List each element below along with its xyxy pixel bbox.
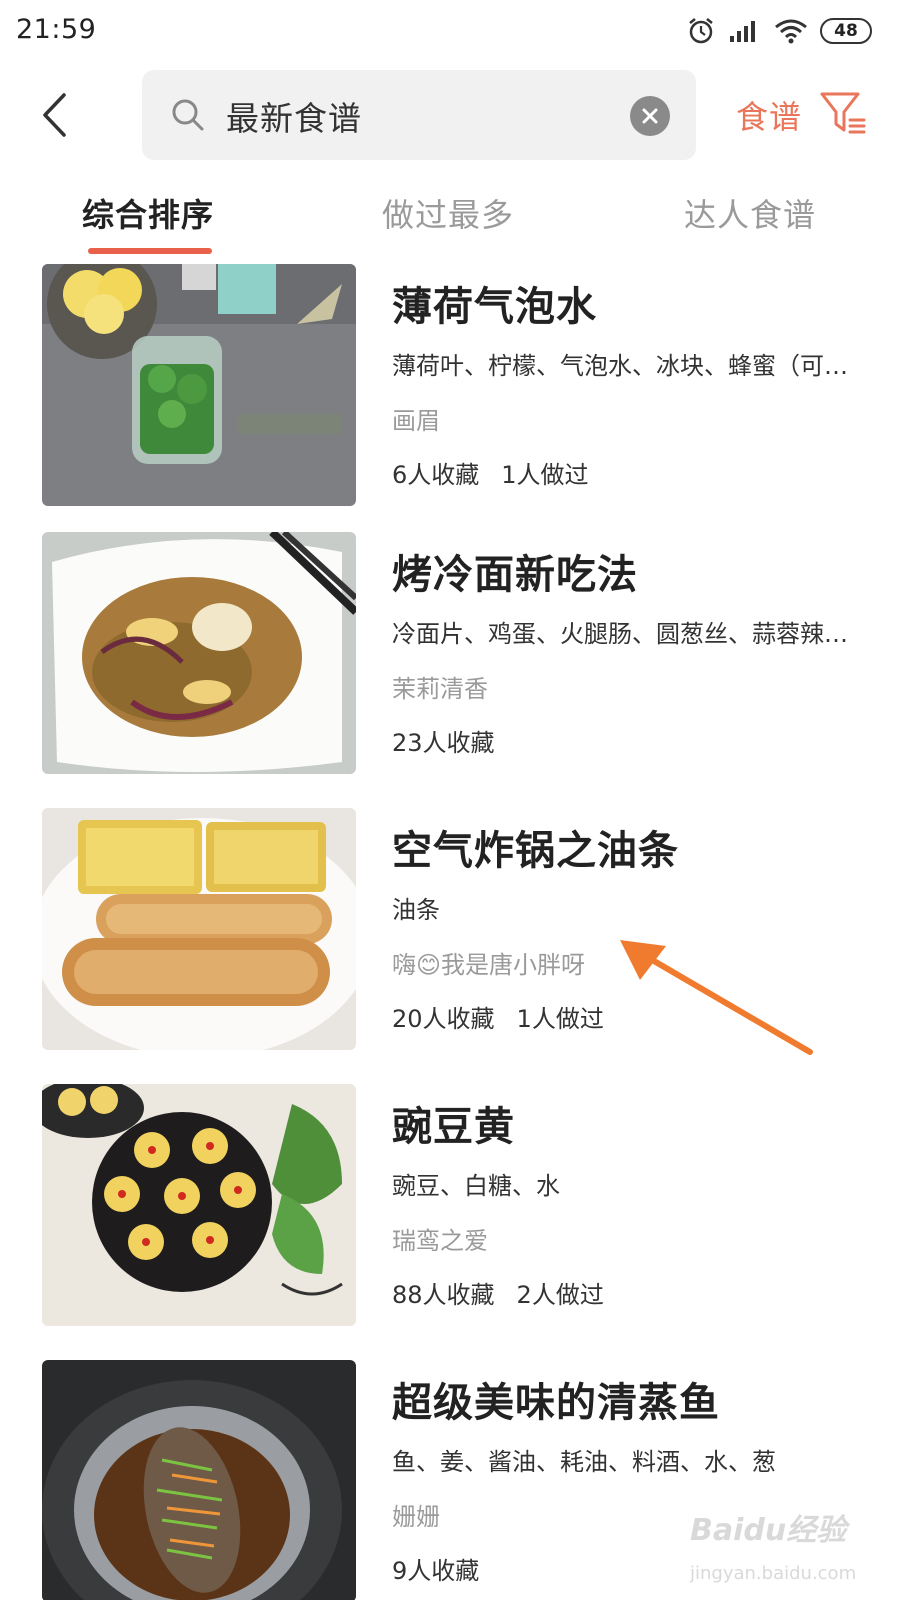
favorites-count: 88人收藏 <box>392 1281 495 1309</box>
recipe-title: 薄荷气泡水 <box>392 284 597 330</box>
status-bar: 21:59 48 <box>0 0 900 62</box>
clear-search-button[interactable] <box>630 96 670 136</box>
recipe-item[interactable]: 薄荷气泡水 薄荷叶、柠檬、气泡水、冰块、蜂蜜（可… 画眉 6人收藏 1人做过 <box>0 264 900 506</box>
filter-icon[interactable] <box>818 88 868 138</box>
recipe-title: 空气炸锅之油条 <box>392 828 679 874</box>
tab-comprehensive[interactable]: 综合排序 <box>82 190 214 236</box>
made-count: 1人做过 <box>501 461 589 489</box>
recipe-stats: 6人收藏 1人做过 <box>392 455 589 490</box>
status-time: 21:59 <box>16 14 97 45</box>
recipe-author[interactable]: 画眉 <box>392 401 440 436</box>
recipe-stats: 9人收藏 <box>392 1551 501 1586</box>
recipe-thumbnail[interactable] <box>42 808 356 1050</box>
recipe-title: 烤冷面新吃法 <box>392 552 638 598</box>
wifi-icon <box>775 19 807 44</box>
recipe-thumbnail[interactable] <box>42 264 356 506</box>
recipe-author[interactable]: 瑞鸾之爱 <box>392 1221 488 1256</box>
recipe-item[interactable]: 烤冷面新吃法 冷面片、鸡蛋、火腿肠、圆葱丝、蒜蓉辣… 茉莉清香 23人收藏 <box>0 532 900 774</box>
recipe-ingredients: 豌豆、白糖、水 <box>392 1172 560 1200</box>
recipe-title: 超级美味的清蒸鱼 <box>392 1380 720 1426</box>
recipe-thumbnail[interactable] <box>42 532 356 774</box>
recipe-author[interactable]: 茉莉清香 <box>392 669 488 704</box>
filter-category-button[interactable]: 食谱 <box>736 92 802 138</box>
favorites-count: 20人收藏 <box>392 1005 495 1033</box>
back-button[interactable] <box>30 84 80 146</box>
recipe-item[interactable]: 豌豆黄 豌豆、白糖、水 瑞鸾之爱 88人收藏 2人做过 <box>0 1084 900 1326</box>
recipe-stats: 23人收藏 <box>392 723 517 758</box>
recipe-title: 豌豆黄 <box>392 1104 515 1150</box>
recipe-stats: 88人收藏 2人做过 <box>392 1275 604 1310</box>
recipe-ingredients: 冷面片、鸡蛋、火腿肠、圆葱丝、蒜蓉辣… <box>392 620 848 648</box>
close-icon <box>642 108 658 124</box>
recipe-thumbnail[interactable] <box>42 1360 356 1600</box>
made-count: 1人做过 <box>516 1005 604 1033</box>
chevron-left-icon <box>43 93 66 137</box>
recipe-ingredients: 鱼、姜、酱油、耗油、料酒、水、葱 <box>392 1448 776 1476</box>
battery-icon: 48 <box>820 18 872 44</box>
recipe-ingredients: 薄荷叶、柠檬、气泡水、冰块、蜂蜜（可… <box>392 352 848 380</box>
recipe-item[interactable]: 空气炸锅之油条 油条 嗨😊我是唐小胖呀 20人收藏 1人做过 <box>0 808 900 1050</box>
recipe-thumbnail[interactable] <box>42 1084 356 1326</box>
active-tab-indicator <box>88 248 212 254</box>
search-input[interactable]: 最新食谱 <box>142 70 696 160</box>
made-count: 2人做过 <box>516 1281 604 1309</box>
watermark-url: jingyan.baidu.com <box>690 1563 857 1584</box>
tab-expert-recipes[interactable]: 达人食谱 <box>684 190 816 236</box>
favorites-count: 6人收藏 <box>392 461 480 489</box>
recipe-ingredients: 油条 <box>392 896 440 924</box>
sort-tabs: 综合排序 做过最多 达人食谱 <box>0 190 900 260</box>
search-icon <box>172 99 204 131</box>
recipe-author[interactable]: 姗姗 <box>392 1497 440 1532</box>
alarm-icon <box>689 18 713 44</box>
search-query: 最新食谱 <box>226 99 362 138</box>
recipe-author[interactable]: 嗨😊我是唐小胖呀 <box>392 945 585 980</box>
search-header: 最新食谱 食谱 <box>0 62 900 172</box>
tab-most-made[interactable]: 做过最多 <box>382 190 514 236</box>
favorites-count: 23人收藏 <box>392 729 495 757</box>
signal-icon <box>730 21 755 42</box>
recipe-stats: 20人收藏 1人做过 <box>392 999 604 1034</box>
watermark-brand: Baidu经验 <box>690 1513 847 1548</box>
favorites-count: 9人收藏 <box>392 1557 480 1585</box>
status-icons: 48 <box>686 14 872 48</box>
watermark: Baidu经验 jingyan.baidu.com <box>690 1505 870 1595</box>
